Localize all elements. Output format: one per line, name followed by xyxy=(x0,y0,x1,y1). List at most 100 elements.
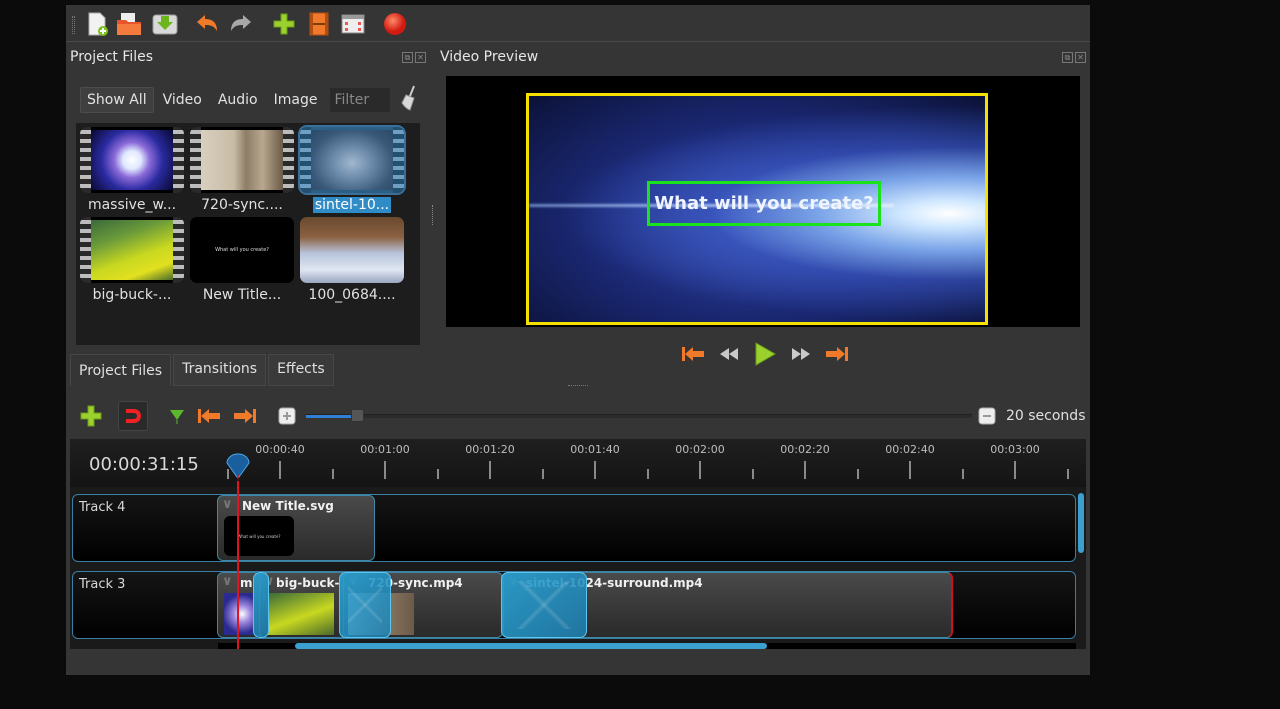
add-marker-button[interactable] xyxy=(162,401,192,431)
filter-video[interactable]: Video xyxy=(156,87,209,113)
plus-icon xyxy=(273,13,295,35)
timeline[interactable]: 00:00:31:15 00:00:40 00:01:00 00:01:20 00:0… xyxy=(70,439,1086,649)
save-icon xyxy=(152,14,178,35)
filter-show-all[interactable]: Show All xyxy=(80,87,154,113)
open-folder-icon xyxy=(117,13,141,35)
undo-button[interactable] xyxy=(194,11,220,37)
clip-title: New Title.svg xyxy=(242,499,334,513)
clip-title: m xyxy=(240,576,253,590)
timeline-vertical-scrollbar[interactable] xyxy=(1078,493,1084,553)
filter-audio[interactable]: Audio xyxy=(211,87,265,113)
jump-end-icon xyxy=(234,409,256,423)
zoom-out-button[interactable] xyxy=(972,401,1002,431)
ruler-minor-tick xyxy=(541,469,544,479)
project-files-dock-controls: ⧉ ✕ xyxy=(402,52,426,63)
clip-menu-icon[interactable]: ∨ xyxy=(222,574,233,589)
file-item-big-buck[interactable]: big-buck-... xyxy=(80,217,184,303)
jump-end-button[interactable] xyxy=(824,341,850,367)
ruler-tick-label: 00:02:00 xyxy=(675,443,725,456)
title-overlay-box[interactable]: What will you create? xyxy=(647,181,881,226)
transition-1[interactable] xyxy=(253,572,269,638)
transition-3[interactable] xyxy=(501,572,587,638)
jump-start-icon xyxy=(682,347,704,361)
video-preview-title: Video Preview xyxy=(440,49,539,65)
file-label: New Title... xyxy=(202,287,282,303)
record-icon xyxy=(384,13,406,35)
preview-frame-bounds[interactable]: What will you create? xyxy=(526,93,988,325)
add-track-button[interactable] xyxy=(76,401,106,431)
fast-forward-button[interactable] xyxy=(788,341,814,367)
save-project-button[interactable] xyxy=(152,11,178,37)
filter-image[interactable]: Image xyxy=(267,87,325,113)
filter-input[interactable] xyxy=(330,88,391,112)
profile-button[interactable] xyxy=(306,11,332,37)
file-item-massive[interactable]: massive_w... xyxy=(80,127,184,213)
video-preview-canvas[interactable]: What will you create? xyxy=(446,76,1080,327)
import-files-button[interactable] xyxy=(271,11,297,37)
project-files-title: Project Files xyxy=(70,49,154,65)
file-item-new-title[interactable]: What will you create? New Title... xyxy=(190,217,294,303)
float-dock-icon[interactable]: ⧉ xyxy=(1062,52,1073,63)
hscroll-thumb[interactable] xyxy=(295,643,768,649)
play-button[interactable] xyxy=(752,341,778,367)
next-marker-button[interactable] xyxy=(230,401,260,431)
transition-2[interactable] xyxy=(339,572,391,638)
export-video-button[interactable] xyxy=(382,11,408,37)
dock-splitter-vertical[interactable] xyxy=(432,205,435,225)
track-3[interactable]: Track 3 ∨ m ∨ big-buck- ∨ 720-sync.mp4 ∨… xyxy=(72,571,1076,639)
ruler-major-tick xyxy=(384,461,386,479)
track-name: Track 3 xyxy=(79,577,126,592)
clip-menu-icon[interactable]: ∨ xyxy=(222,497,233,512)
zoom-in-button[interactable] xyxy=(272,401,302,431)
clear-filter-button[interactable] xyxy=(400,85,420,115)
image-thumbnail xyxy=(300,217,404,283)
float-dock-icon[interactable]: ⧉ xyxy=(402,52,413,63)
rewind-button[interactable] xyxy=(716,341,742,367)
ruler-major-tick xyxy=(489,461,491,479)
clip-thumbnail xyxy=(224,593,254,635)
file-label: sintel-10... xyxy=(312,197,392,213)
playhead-handle[interactable] xyxy=(225,453,251,481)
track-4[interactable]: Track 4 ∨ New Title.svg What will you cr… xyxy=(72,494,1076,562)
tab-effects[interactable]: Effects xyxy=(268,354,334,386)
file-item-sintel[interactable]: sintel-10... xyxy=(298,125,406,213)
ruler-major-tick xyxy=(909,461,911,479)
clip-thumbnail xyxy=(268,593,334,635)
video-thumbnail xyxy=(80,127,184,193)
play-icon xyxy=(755,342,776,366)
jump-start-icon xyxy=(198,409,220,423)
timeline-horizontal-scrollbar[interactable] xyxy=(218,643,1076,649)
main-toolbar xyxy=(66,5,1090,42)
ruler-major-tick xyxy=(699,461,701,479)
ruler-minor-tick xyxy=(1066,469,1069,479)
file-item-720-sync[interactable]: 720-sync.... xyxy=(190,127,294,213)
previous-marker-button[interactable] xyxy=(194,401,224,431)
tab-project-files[interactable]: Project Files xyxy=(70,354,172,386)
title-thumbnail: What will you create? xyxy=(190,217,294,283)
timeline-ruler[interactable]: 00:00:31:15 00:00:40 00:01:00 00:01:20 00:0… xyxy=(70,439,1086,487)
clip-new-title[interactable]: ∨ New Title.svg What will you create? xyxy=(217,495,375,561)
file-item-100-0684[interactable]: 100_0684.... xyxy=(300,217,404,303)
new-project-button[interactable] xyxy=(84,11,110,37)
clip-big-buck[interactable]: ∨ big-buck- xyxy=(259,572,349,638)
snapping-toggle[interactable] xyxy=(118,401,148,431)
close-dock-icon[interactable]: ✕ xyxy=(415,52,426,63)
fullscreen-button[interactable] xyxy=(340,11,366,37)
film-icon xyxy=(309,12,329,36)
ruler-minor-tick xyxy=(646,469,649,479)
marker-icon xyxy=(170,410,184,424)
close-dock-icon[interactable]: ✕ xyxy=(1075,52,1086,63)
zoom-slider-handle[interactable] xyxy=(350,409,364,422)
redo-button[interactable] xyxy=(228,11,254,37)
tab-transitions[interactable]: Transitions xyxy=(173,354,267,386)
rewind-icon xyxy=(720,348,738,360)
broom-icon xyxy=(401,85,416,111)
timeline-zoom-slider[interactable] xyxy=(306,409,972,422)
main-splitter-handle[interactable] xyxy=(568,385,588,387)
clip-title: big-buck- xyxy=(276,576,340,590)
toolbar-grip[interactable] xyxy=(72,16,75,34)
open-project-button[interactable] xyxy=(116,11,142,37)
ruler-tick-label: 00:01:20 xyxy=(465,443,515,456)
jump-start-button[interactable] xyxy=(680,341,706,367)
project-files-grid: massive_w... 720-sync.... sintel-10... b… xyxy=(76,123,420,345)
